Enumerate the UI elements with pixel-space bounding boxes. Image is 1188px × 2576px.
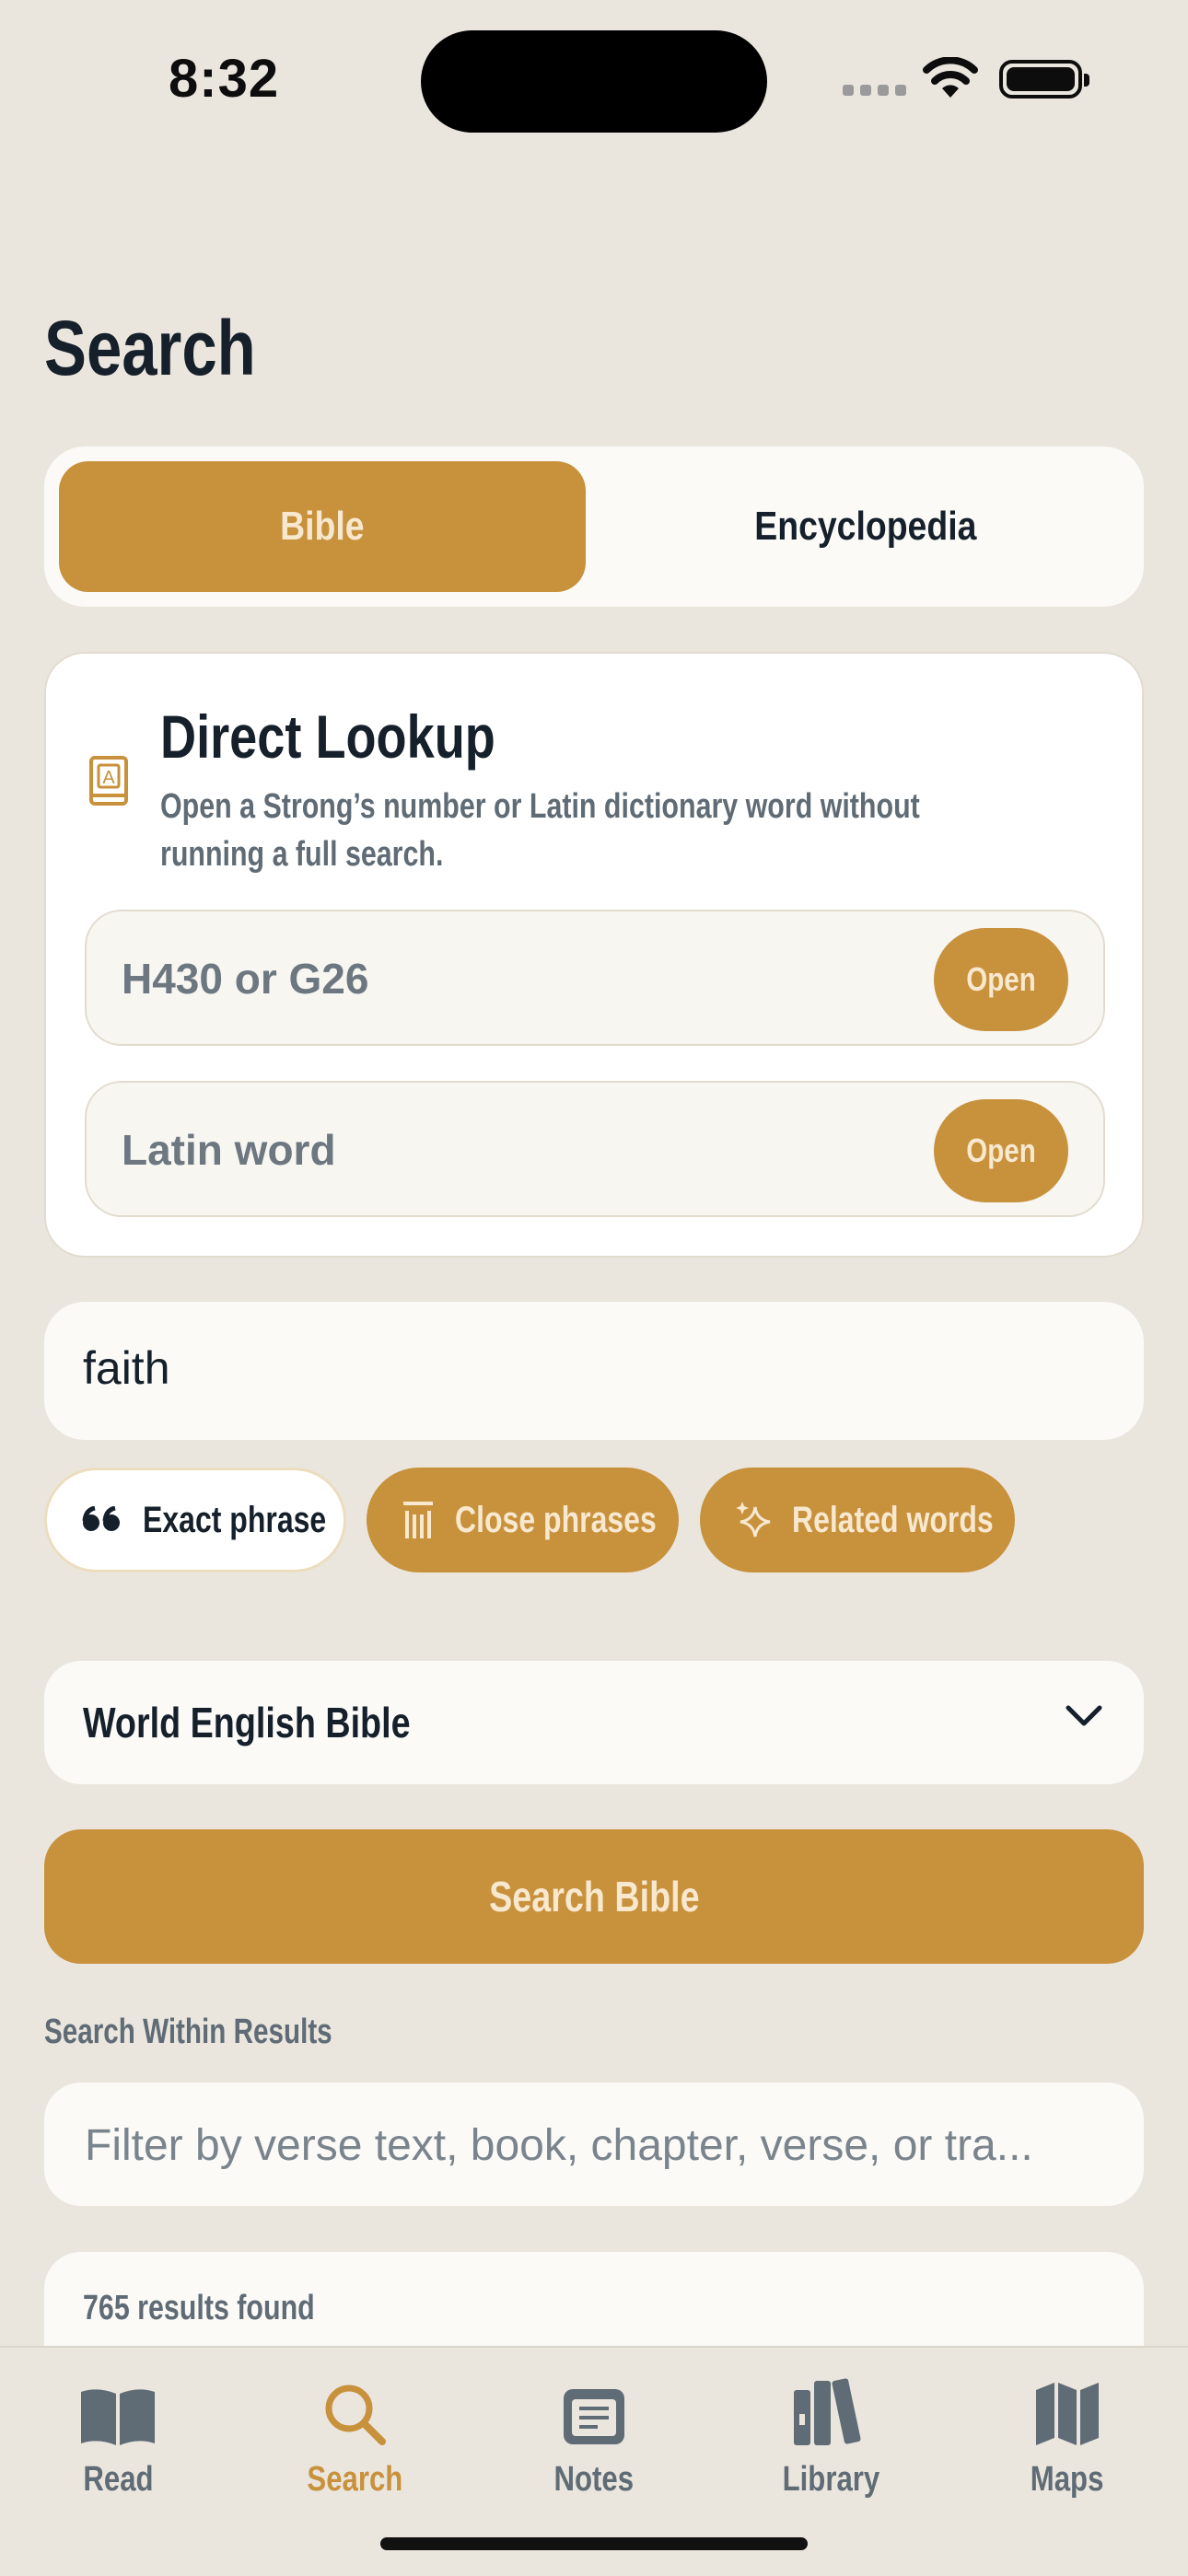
magnifier-icon — [325, 2385, 386, 2445]
proximity-icon — [402, 1500, 435, 1540]
segment-encyclopedia[interactable]: Encyclopedia — [602, 461, 1129, 592]
book-open-icon — [81, 2389, 155, 2445]
dictionary-book-icon: A — [89, 756, 128, 806]
direct-lookup-card: A Direct Lookup Open a Strong’s number o… — [44, 652, 1144, 1258]
battery-icon — [999, 60, 1089, 99]
tab-search[interactable]: Search — [272, 2364, 437, 2500]
search-within-label: Search Within Results — [44, 2013, 332, 2051]
source-segmented-control: Bible Encyclopedia — [44, 447, 1144, 607]
filter-box — [44, 2083, 1144, 2208]
library-icon — [794, 2378, 861, 2445]
close-phrases-chip[interactable]: Close phrases — [367, 1468, 679, 1572]
svg-text:A: A — [102, 768, 115, 788]
search-bible-button[interactable]: Search Bible — [44, 1829, 1144, 1964]
tab-library[interactable]: Library — [748, 2364, 914, 2500]
open-strongs-button[interactable]: Open — [934, 928, 1068, 1031]
map-icon — [1036, 2383, 1099, 2445]
chevron-down-icon — [1066, 1705, 1102, 1726]
lookup-subtitle: Open a Strong’s number or Latin dictiona… — [160, 787, 920, 874]
tab-read[interactable]: Read — [35, 2364, 201, 2500]
quote-icon — [82, 1506, 122, 1534]
translation-label: World English Bible — [83, 1699, 411, 1746]
open-latin-button[interactable]: Open — [934, 1099, 1068, 1202]
filter-results-input[interactable] — [83, 2083, 1109, 2208]
note-icon — [564, 2389, 624, 2444]
page-title: Search — [44, 305, 256, 391]
segment-bible[interactable]: Bible — [59, 461, 586, 592]
search-input[interactable]: faith — [44, 1302, 1144, 1440]
results-count: 765 results found — [83, 2289, 315, 2327]
latin-lookup-row: Open — [85, 1081, 1105, 1217]
sparkle-icon — [735, 1500, 772, 1540]
strongs-number-input[interactable] — [120, 911, 915, 1046]
lookup-title: Direct Lookup — [160, 702, 495, 771]
cellular-signal-icon — [843, 85, 906, 96]
strongs-lookup-row: Open — [85, 910, 1105, 1046]
home-indicator — [380, 2537, 808, 2550]
translation-picker[interactable]: World English Bible — [44, 1661, 1144, 1784]
exact-phrase-chip[interactable]: Exact phrase — [44, 1468, 346, 1572]
tab-notes[interactable]: Notes — [511, 2364, 677, 2500]
related-words-chip[interactable]: Related words — [700, 1468, 1015, 1572]
status-time: 8:32 — [169, 49, 280, 109]
latin-word-input[interactable] — [120, 1083, 915, 1217]
tab-maps[interactable]: Maps — [984, 2364, 1150, 2500]
wifi-icon — [923, 57, 978, 98]
search-query-text: faith — [83, 1342, 170, 1394]
dynamic-island — [421, 30, 767, 133]
